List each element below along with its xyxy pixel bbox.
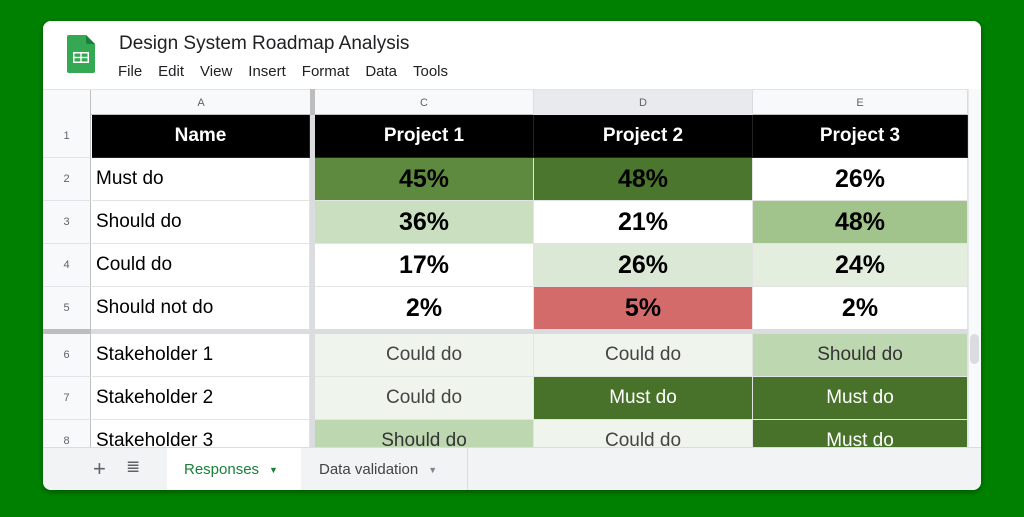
percentage-cell[interactable]: 5%	[534, 287, 753, 330]
tab-responses[interactable]: Responses ▼	[167, 448, 301, 490]
menu-file[interactable]: File	[118, 63, 142, 80]
vote-cell[interactable]: Could do	[534, 420, 753, 447]
percentage-cell[interactable]: 2%	[753, 287, 968, 330]
caret-down-icon[interactable]: ▼	[269, 465, 278, 475]
menu-tools[interactable]: Tools	[413, 63, 448, 80]
percentage-cell[interactable]: 48%	[753, 201, 968, 244]
percentage-cell[interactable]: 36%	[315, 201, 534, 244]
row-header[interactable]: 3	[43, 201, 91, 244]
scrollbar-thumb[interactable]	[970, 334, 979, 364]
menu-format[interactable]: Format	[302, 63, 350, 80]
vote-cell[interactable]: Must do	[534, 377, 753, 420]
menu-data[interactable]: Data	[365, 63, 397, 80]
header-cell-project[interactable]: Project 2	[534, 115, 753, 158]
spreadsheet-window: Design System Roadmap Analysis File Edit…	[43, 21, 981, 490]
vote-cell[interactable]: Must do	[753, 377, 968, 420]
header-cell-project[interactable]: Project 1	[315, 115, 534, 158]
vote-cell[interactable]: Could do	[315, 377, 534, 420]
table-row: 5 Should not do 2% 5% 2%	[43, 287, 968, 330]
percentage-cell[interactable]: 24%	[753, 244, 968, 287]
tab-responses-label: Responses	[184, 461, 260, 478]
priority-label-cell[interactable]: Must do	[92, 158, 310, 201]
vertical-scrollbar[interactable]	[968, 89, 981, 447]
table-row: 4 Could do 17% 26% 24%	[43, 244, 968, 287]
frozen-column-handle[interactable]	[310, 89, 315, 115]
app-header: Design System Roadmap Analysis File Edit…	[43, 21, 981, 89]
percentage-cell[interactable]: 21%	[534, 201, 753, 244]
stakeholder-label-cell[interactable]: Stakeholder 3	[92, 420, 310, 447]
select-all-corner[interactable]	[43, 90, 91, 115]
row-header[interactable]: 5	[43, 287, 91, 330]
tab-data-validation-label: Data validation	[319, 461, 419, 478]
percentage-cell[interactable]: 26%	[753, 158, 968, 201]
header-cell-name[interactable]: Name	[92, 115, 310, 158]
table-row: 1 Name Project 1 Project 2 Project 3	[43, 115, 968, 158]
all-sheets-list-icon[interactable]: ≣	[126, 457, 140, 477]
vote-cell[interactable]: Must do	[753, 420, 968, 447]
column-header-a[interactable]: A	[92, 90, 311, 115]
table-row: 7 Stakeholder 2 Could do Must do Must do	[43, 377, 968, 420]
vote-cell[interactable]: Should do	[753, 334, 968, 377]
menu-bar: File Edit View Insert Format Data Tools	[118, 63, 464, 80]
priority-label-cell[interactable]: Could do	[92, 244, 310, 287]
stakeholder-label-cell[interactable]: Stakeholder 2	[92, 377, 310, 420]
row-header[interactable]: 6	[43, 334, 91, 377]
priority-label-cell[interactable]: Should do	[92, 201, 310, 244]
google-sheets-icon[interactable]	[67, 35, 95, 73]
row-header[interactable]: 1	[43, 115, 91, 158]
row-header[interactable]: 7	[43, 377, 91, 420]
caret-down-icon[interactable]: ▼	[428, 465, 437, 475]
percentage-cell[interactable]: 48%	[534, 158, 753, 201]
vote-cell[interactable]: Could do	[315, 334, 534, 377]
priority-label-cell[interactable]: Should not do	[92, 287, 310, 330]
frozen-row-handle[interactable]	[43, 329, 91, 334]
frozen-column-divider[interactable]	[310, 89, 315, 447]
menu-insert[interactable]: Insert	[248, 63, 286, 80]
row-header[interactable]: 2	[43, 158, 91, 201]
row-header[interactable]: 4	[43, 244, 91, 287]
vote-cell[interactable]: Could do	[534, 334, 753, 377]
row-header[interactable]: 8	[43, 420, 91, 447]
menu-view[interactable]: View	[200, 63, 232, 80]
column-header-c[interactable]: C	[315, 90, 534, 115]
vote-cell[interactable]: Should do	[315, 420, 534, 447]
header-cell-project[interactable]: Project 3	[753, 115, 968, 158]
column-header-e[interactable]: E	[753, 90, 968, 115]
percentage-cell[interactable]: 2%	[315, 287, 534, 330]
table-row: 2 Must do 45% 48% 26%	[43, 158, 968, 201]
sheet-tabs-bar: + ≣ Responses ▼ Data validation ▼	[43, 447, 981, 490]
document-title[interactable]: Design System Roadmap Analysis	[119, 33, 409, 55]
table-row: 6 Stakeholder 1 Could do Could do Should do	[43, 334, 968, 377]
spreadsheet-grid[interactable]: A C D E 1 Name Project 1 Project 2 Project 3…	[43, 89, 968, 447]
add-sheet-button[interactable]: +	[93, 456, 106, 482]
tab-data-validation[interactable]: Data validation ▼	[302, 448, 468, 490]
stakeholder-label-cell[interactable]: Stakeholder 1	[92, 334, 310, 377]
frozen-row-divider[interactable]	[43, 329, 968, 334]
menu-edit[interactable]: Edit	[158, 63, 184, 80]
percentage-cell[interactable]: 26%	[534, 244, 753, 287]
table-row: 3 Should do 36% 21% 48%	[43, 201, 968, 244]
percentage-cell[interactable]: 45%	[315, 158, 534, 201]
table-row: 8 Stakeholder 3 Should do Could do Must do	[43, 420, 968, 447]
percentage-cell[interactable]: 17%	[315, 244, 534, 287]
column-header-row: A C D E	[43, 89, 968, 115]
column-header-d[interactable]: D	[534, 90, 753, 115]
